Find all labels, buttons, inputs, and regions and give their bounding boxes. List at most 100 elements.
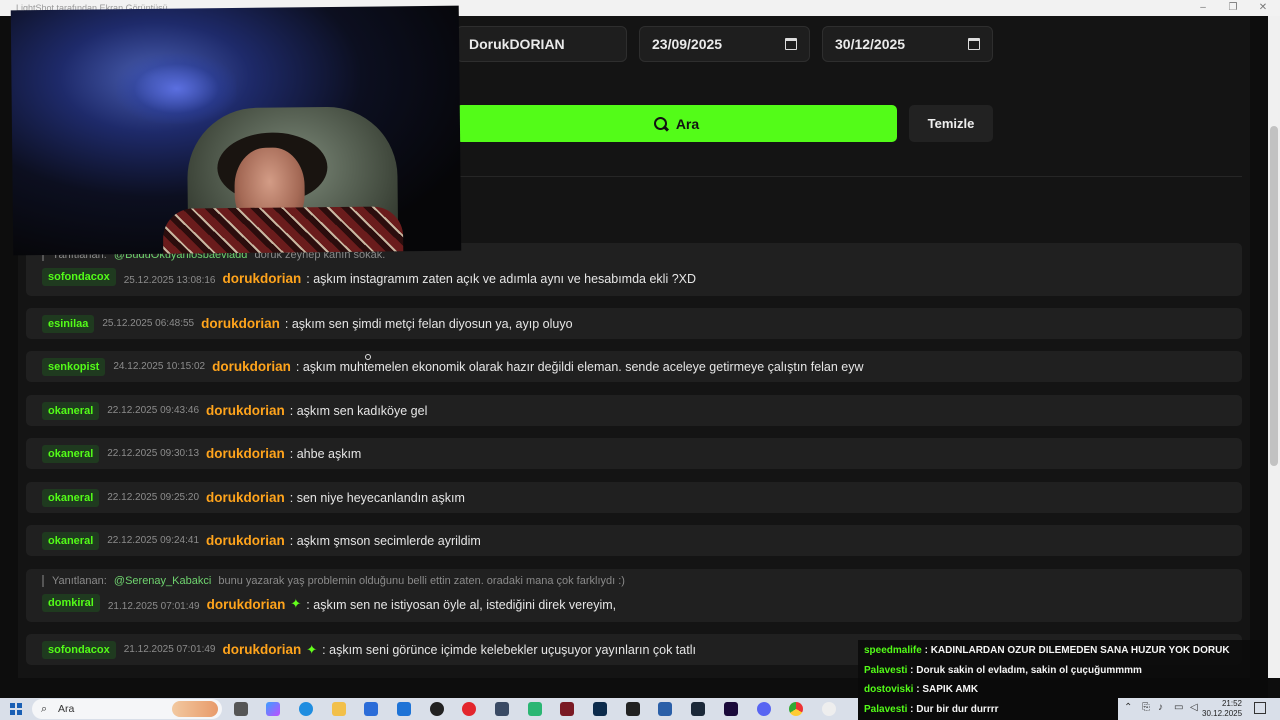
reply-user[interactable]: @Serenay_Kabakci [114,575,211,587]
message-text: : aşkım sen şimdi metçi felan diyosun ya… [284,316,573,331]
calendar-icon[interactable] [968,38,980,50]
photoshop-icon[interactable] [593,702,607,716]
calendar-icon[interactable] [785,38,797,50]
sparkle-icon: ✦ [306,641,318,657]
chrome-icon[interactable] [789,702,803,716]
reply-label: Yanıtlanan: [52,575,107,587]
message-text: : aşkım şmson secimlerde ayrildim [289,533,481,548]
microphone-icon[interactable]: ♪ [1158,702,1163,713]
chat-message: okaneral 22.12.2025 09:25:20 dorukdorian… [26,482,1242,513]
channel-badge[interactable]: okaneral [42,401,100,420]
message-timestamp: 25.12.2025 06:48:55 [102,318,195,329]
search-button[interactable]: Ara [456,105,897,142]
task-view-icon[interactable] [234,702,248,716]
streamer-shirt [162,206,404,256]
message-text: : aşkım seni görünce içimde kelebekler u… [322,642,696,657]
channel-badge[interactable]: okaneral [42,444,100,463]
reply-context: Yanıtlanan: @Serenay_Kabakci bunu yazara… [42,575,625,587]
message-timestamp: 22.12.2025 09:24:41 [107,535,200,546]
message-text: : sen niye heyecanlandın aşkım [289,490,465,505]
message-author[interactable]: dorukdorian [223,642,302,657]
copilot-icon[interactable] [266,702,280,716]
taskbar-date: 30.12.2025 [1202,709,1243,718]
steam-icon[interactable] [691,702,705,716]
channel-badge[interactable]: sofondacox [42,268,116,286]
settings-app-icon[interactable] [495,702,509,716]
message-text: : aşkım sen ne istiyosan öyle al, istedi… [306,598,617,612]
monitor-app-icon[interactable] [658,702,672,716]
close-icon[interactable]: ✕ [1248,0,1278,16]
message-author[interactable]: dorukdorian [206,403,285,418]
taskbar-search[interactable]: ⌕ Ara [32,699,222,719]
message-text: : aşkım sen kadıköye gel [289,403,428,418]
volume-icon[interactable]: ◁ [1190,702,1198,713]
message-timestamp: 25.12.2025 13:08:16 [123,275,216,286]
cursor-icon [365,354,371,360]
message-author[interactable]: dorukdorian [223,271,302,286]
channel-badge[interactable]: domkiral [42,594,100,612]
overlay-chat-user: Palavesti [864,665,908,676]
scrollbar-thumb[interactable] [1270,126,1278,466]
channel-badge[interactable]: senkopist [42,357,106,376]
green-app-icon[interactable] [528,702,542,716]
app-icon[interactable] [822,702,836,716]
channel-badge[interactable]: sofondacox [42,640,116,659]
search-icon: ⌕ [41,703,48,715]
taskbar-clock[interactable]: 21:52 30.12.2025 [1202,699,1242,719]
minimize-icon[interactable]: – [1188,0,1218,16]
date-from-value: 23/09/2025 [652,36,723,52]
discord-icon[interactable] [757,702,771,716]
network-icon[interactable]: ⎘ [1142,702,1150,713]
notification-icon[interactable] [1254,702,1266,714]
overlay-chat-text: : Doruk sakin ol evladım, sakin ol çuçuğ… [910,665,1142,676]
username-input[interactable]: DorukDORIAN [456,26,627,62]
date-to-input[interactable]: 30/12/2025 [822,26,993,62]
date-from-input[interactable]: 23/09/2025 [639,26,810,62]
message-author[interactable]: dorukdorian [212,359,291,374]
page-scrollbar[interactable] [1268,16,1280,678]
date-to-value: 30/12/2025 [835,36,906,52]
overlay-chat-user: Palavesti [864,704,908,715]
webcam-overlay [10,5,462,256]
message-author[interactable]: dorukdorian [206,490,285,505]
mail-icon[interactable] [397,702,411,716]
clear-button[interactable]: Temizle [909,105,993,142]
channel-badge[interactable]: okaneral [42,531,100,550]
chat-message: esinilaa 25.12.2025 06:48:55 dorukdorian… [26,308,1242,339]
file-explorer-icon[interactable] [332,702,346,716]
message-timestamp: 24.12.2025 10:15:02 [113,361,206,372]
display-icon[interactable]: ▭ [1174,702,1183,713]
tray-expand-icon[interactable]: ⌃ [1124,702,1132,713]
message-author[interactable]: dorukdorian [206,446,285,461]
red-app-icon[interactable] [560,702,574,716]
premiere-icon[interactable] [724,702,738,716]
terminal-icon[interactable] [626,702,640,716]
edge-icon[interactable] [299,702,313,716]
overlay-chat-user: dostoviski [864,684,914,695]
message-timestamp: 22.12.2025 09:43:46 [107,405,200,416]
chat-message: Yanıtlanan: @Serenay_Kabakci bunu yazara… [26,569,1242,622]
windows-start-icon[interactable] [10,703,22,715]
chat-message: okaneral 22.12.2025 09:43:46 dorukdorian… [26,395,1242,426]
message-author[interactable]: dorukdorian [206,533,285,548]
opera-icon[interactable] [462,702,476,716]
search-icon [653,116,668,131]
overlay-chat-text: : SAPIK AMK [916,684,979,695]
search-highlight-icon [172,701,218,717]
maximize-icon[interactable]: ❐ [1218,0,1248,16]
search-button-label: Ara [675,115,700,132]
channel-badge[interactable]: esinilaa [42,314,95,333]
message-timestamp: 21.12.2025 07:01:49 [123,644,216,655]
message-text: : aşkım instagramım zaten açık ve adımla… [306,272,697,286]
system-tray: ⌃ ⎘ ♪ ▭ ◁ 21:52 30.12.2025 [1118,698,1280,720]
overlay-chat-user: speedmalife [864,645,922,656]
message-text: : ahbe aşkım [289,446,362,461]
message-author[interactable]: dorukdorian [207,597,286,612]
store-icon[interactable] [364,702,378,716]
channel-badge[interactable]: okaneral [42,488,100,507]
obs-icon[interactable] [430,702,444,716]
overlay-chat-line: dostoviski : SAPIK AMK [864,684,978,695]
message-timestamp: 21.12.2025 07:01:49 [107,601,200,612]
message-author[interactable]: dorukdorian [201,316,280,331]
taskbar-search-placeholder: Ara [58,703,75,715]
